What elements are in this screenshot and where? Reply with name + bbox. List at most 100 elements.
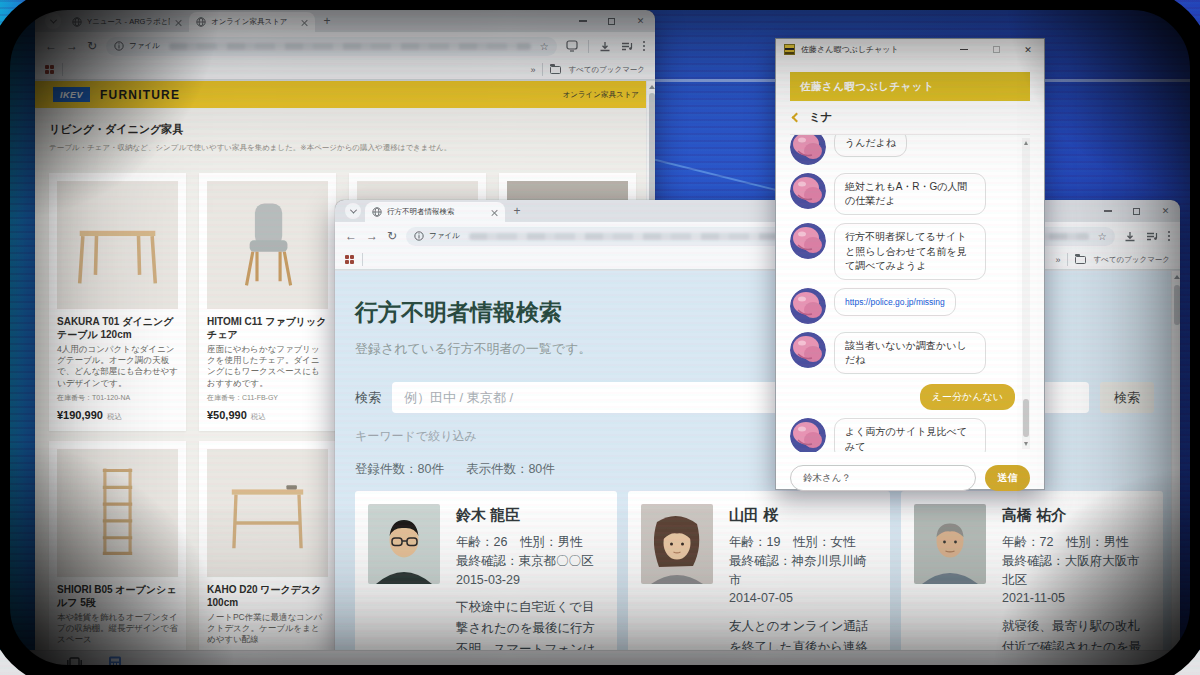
apps-grid-icon[interactable] xyxy=(45,65,54,74)
bookmarks-bar: » すべてのブックマーク xyxy=(35,60,655,80)
close-button[interactable]: ✕ xyxy=(1012,39,1044,60)
message-bubble-own: えー分かんない xyxy=(920,384,1015,410)
globe-favicon xyxy=(196,17,206,27)
forward-button[interactable]: → xyxy=(366,229,378,243)
maximize-button[interactable] xyxy=(597,10,626,32)
person-card: 高橋 祐介 年齢：72 性別：男性 最終確認：大阪府大阪市北区 2021-11-… xyxy=(901,491,1163,658)
tab-news[interactable]: Yニュース - ARGラボと関連ニュース xyxy=(65,12,189,32)
window-controls: ✕ xyxy=(1093,200,1180,222)
tab-search-button[interactable] xyxy=(345,203,361,219)
minimize-button[interactable] xyxy=(1093,200,1122,222)
tab-search-button[interactable] xyxy=(45,13,61,29)
contact-avatar xyxy=(790,223,826,259)
maximize-button[interactable] xyxy=(980,39,1012,60)
address-bar[interactable]: ファイル ☆ xyxy=(106,37,557,56)
tab-close-icon[interactable] xyxy=(301,19,308,26)
store-brand: FURNITURE xyxy=(100,88,180,102)
chat-message: 行方不明者探してるサイトと照らし合わせて名前を見て調べてみようよ xyxy=(790,223,1017,280)
overflow-chevrons[interactable]: » xyxy=(1055,255,1060,265)
product-card: HITOMI C11 ファブリックチェア 座面にやわらかなファブリックを使用した… xyxy=(199,173,336,431)
download-icon[interactable] xyxy=(1124,231,1136,242)
person-card: 山田 桜 年齢：19 性別：女性 最終確認：神奈川県川崎市 2014-07-05… xyxy=(628,491,890,658)
contact-avatar xyxy=(790,173,826,209)
back-button[interactable]: ← xyxy=(45,39,57,53)
browser-window-missing-persons: 行方不明者情報検索 + ✕ ← → ↻ ファイル ☆ xyxy=(335,200,1180,658)
messages-area: うんだよね 絶対これもA・R・Gの人間の仕業だよ 行方不明者探してるサイトと照ら… xyxy=(790,135,1030,452)
person-name: 鈴木 龍臣 xyxy=(456,506,604,525)
overflow-chevrons[interactable]: » xyxy=(530,65,535,75)
tab-close-icon[interactable] xyxy=(491,209,498,216)
product-card: SHIORI B05 オープンシェルフ 5段 本や雑貨を飾れるオープンタイプの収… xyxy=(49,441,186,655)
missing-persons-page: 行方不明者情報検索 登録されている行方不明者の一覧です。 検索 検索 キーワード… xyxy=(335,271,1180,658)
apps-grid-icon[interactable] xyxy=(345,255,354,264)
person-photo xyxy=(641,504,713,584)
menu-kebab-icon[interactable] xyxy=(643,41,645,52)
chat-message: 絶対これもA・R・Gの人間の仕業だよ xyxy=(790,173,1017,215)
back-button[interactable]: ← xyxy=(345,229,357,243)
bookmark-star-icon[interactable]: ☆ xyxy=(1098,231,1107,242)
forward-button[interactable]: → xyxy=(66,39,78,53)
person-card: 鈴木 龍臣 年齢：26 性別：男性 最終確認：東京都〇〇区 2015-03-29… xyxy=(355,491,617,658)
task-view-icon[interactable] xyxy=(67,656,82,670)
toolbar-icons xyxy=(1124,231,1170,242)
chat-message: よく両方のサイト見比べてみて xyxy=(790,418,1017,452)
bookmark-star-icon[interactable]: ☆ xyxy=(540,41,549,52)
chat-link[interactable]: https://police.go.jp/missing xyxy=(845,297,945,307)
chat-window: 佐藤さん暇つぶしチャット ✕ 佐藤さん暇つぶしチャット ミナ うんだよね xyxy=(775,38,1045,490)
chat-message: https://police.go.jp/missing xyxy=(790,288,1017,324)
message-bubble: 行方不明者探してるサイトと照らし合わせて名前を見て調べてみようよ xyxy=(834,223,986,280)
message-bubble: https://police.go.jp/missing xyxy=(834,288,956,316)
page-scrollbar[interactable] xyxy=(1171,271,1180,658)
minimize-button[interactable] xyxy=(568,10,597,32)
reload-button[interactable]: ↻ xyxy=(87,39,97,53)
message-bubble: うんだよね xyxy=(834,135,907,157)
person-photo xyxy=(914,504,986,584)
browser-toolbar: ← → ↻ ファイル ☆ xyxy=(35,32,655,60)
chat-titlebar: 佐藤さん暇つぶしチャット ✕ xyxy=(776,39,1044,60)
send-button[interactable]: 送信 xyxy=(985,465,1030,491)
folder-icon xyxy=(550,66,561,74)
new-tab-button[interactable]: + xyxy=(509,204,525,220)
chat-input[interactable] xyxy=(790,465,976,491)
reading-list-icon[interactable] xyxy=(621,41,633,52)
product-card: KAHO D20 ワークデスク 100cm ノートPC作業に最適なコンパクトデス… xyxy=(199,441,336,655)
all-bookmarks-label[interactable]: すべてのブックマーク xyxy=(568,65,645,75)
back-icon[interactable] xyxy=(792,113,802,123)
registered-count: 登録件数：80件 xyxy=(355,461,444,478)
minimize-button[interactable] xyxy=(948,39,980,60)
tab-furniture-store[interactable]: オンライン家具ストア xyxy=(189,12,315,32)
all-bookmarks-label[interactable]: すべてのブックマーク xyxy=(1093,255,1170,265)
chat-scrollbar[interactable] xyxy=(1022,138,1030,449)
close-button[interactable]: ✕ xyxy=(1151,200,1180,222)
chat-window-title: 佐藤さん暇つぶしチャット xyxy=(801,44,899,55)
info-icon xyxy=(114,41,124,51)
monitor-screen: Yニュース - ARGラボと関連ニュース オンライン家具ストア + ✕ ← → … xyxy=(0,0,1200,675)
calculator-icon[interactable] xyxy=(108,656,122,671)
tab-close-icon[interactable] xyxy=(175,19,182,26)
tab-label: 行方不明者情報検索 xyxy=(387,207,486,217)
menu-kebab-icon[interactable] xyxy=(1168,231,1170,242)
chat-header: 佐藤さん暇つぶしチャット xyxy=(790,72,1030,101)
search-label: 検索 xyxy=(355,389,381,407)
folder-icon xyxy=(1075,256,1086,264)
download-icon[interactable] xyxy=(599,41,611,52)
search-button[interactable]: 検索 xyxy=(1100,382,1154,413)
close-button[interactable]: ✕ xyxy=(626,10,655,32)
tab-label: Yニュース - ARGラボと関連ニュース xyxy=(87,17,170,27)
send-to-device-icon[interactable] xyxy=(566,40,578,52)
globe-favicon xyxy=(372,207,382,217)
chat-message-own: えー分かんない xyxy=(790,384,1015,410)
reading-list-icon[interactable] xyxy=(1146,231,1158,242)
new-tab-button[interactable]: + xyxy=(319,14,335,30)
tab-label: オンライン家具ストア xyxy=(211,17,296,27)
product-image-chair xyxy=(207,181,328,309)
taskbar-search-icon[interactable] xyxy=(26,656,41,671)
tab-missing-persons[interactable]: 行方不明者情報検索 xyxy=(365,202,505,222)
chat-input-row: 送信 xyxy=(790,465,1030,491)
maximize-button[interactable] xyxy=(1122,200,1151,222)
toolbar-icons xyxy=(566,40,645,53)
window-controls: ✕ xyxy=(568,10,655,32)
reload-button[interactable]: ↻ xyxy=(387,229,397,243)
person-photo xyxy=(368,504,440,584)
message-bubble: 絶対これもA・R・Gの人間の仕業だよ xyxy=(834,173,986,215)
